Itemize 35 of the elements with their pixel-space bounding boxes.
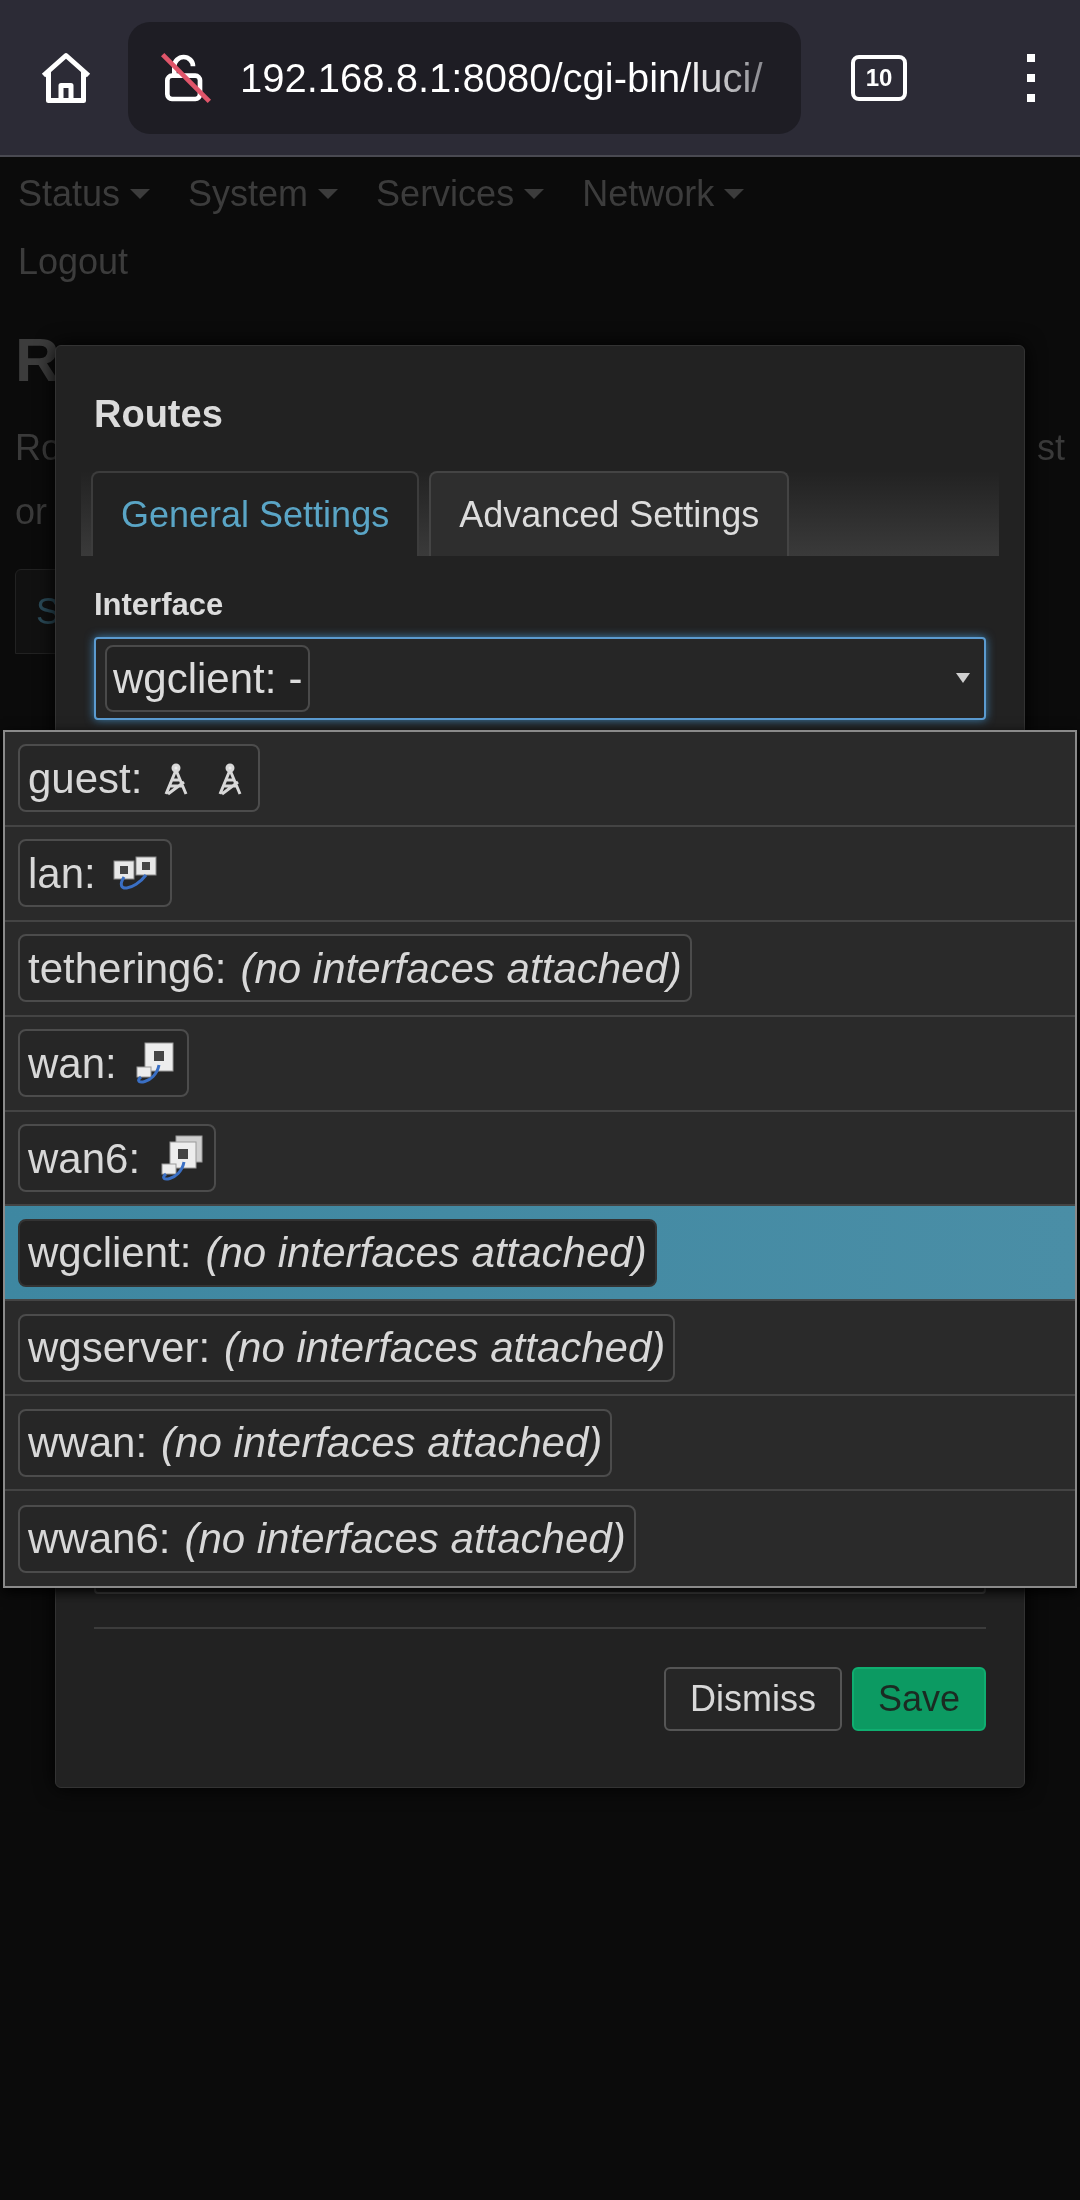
dropdown-arrow-icon [956, 673, 970, 683]
menu-icon[interactable] [1025, 53, 1037, 102]
dismiss-button[interactable]: Dismiss [663, 1667, 842, 1731]
interface-name: wwan: [28, 1418, 148, 1469]
interface-name: guest: [28, 753, 143, 804]
interface-name: wan: [28, 1038, 117, 1089]
interface-select[interactable]: wgclient: - [94, 636, 986, 720]
dropdown-option[interactable]: wan: [5, 1016, 1075, 1112]
dropdown-option[interactable]: wgclient: (no interfaces attached) [5, 1206, 1075, 1302]
address-bar[interactable]: 192.168.8.1:8080/cgi-bin/luci/ [128, 21, 801, 134]
dropdown-option[interactable]: tethering6: (no interfaces attached) [5, 921, 1075, 1017]
status-text: (no interfaces attached) [205, 1228, 647, 1279]
interface-name: wgclient: [28, 1228, 192, 1279]
interface-name: wan6: [28, 1133, 141, 1184]
status-text: (no interfaces attached) [224, 1323, 666, 1374]
dropdown-option[interactable]: wwan6: (no interfaces attached) [5, 1491, 1075, 1586]
save-button[interactable]: Save [851, 1667, 986, 1731]
status-text: (no interfaces attached) [161, 1418, 603, 1469]
dialog-title: Routes [94, 392, 224, 437]
interface-name: wgserver: [28, 1323, 211, 1374]
interface-name: wgclient: [113, 653, 277, 704]
dropdown-option[interactable]: wgserver: (no interfaces attached) [5, 1301, 1075, 1397]
tab[interactable]: General Settings [91, 471, 420, 556]
status-text: - [288, 653, 303, 704]
dropdown-option[interactable]: lan: [5, 826, 1075, 922]
interface-name: lan: [28, 848, 96, 899]
status-text: (no interfaces attached) [184, 1514, 626, 1565]
dropdown-option[interactable]: guest: [5, 732, 1075, 827]
tab[interactable]: Advanced Settings [429, 471, 790, 556]
interface-name: tethering6: [28, 943, 227, 994]
status-text: (no interfaces attached) [240, 943, 682, 994]
interface-name: wwan6: [28, 1514, 171, 1565]
tab-count[interactable]: 10 [851, 54, 907, 101]
dropdown-option[interactable]: wwan: (no interfaces attached) [5, 1396, 1075, 1492]
field-label: Interface [94, 586, 225, 624]
